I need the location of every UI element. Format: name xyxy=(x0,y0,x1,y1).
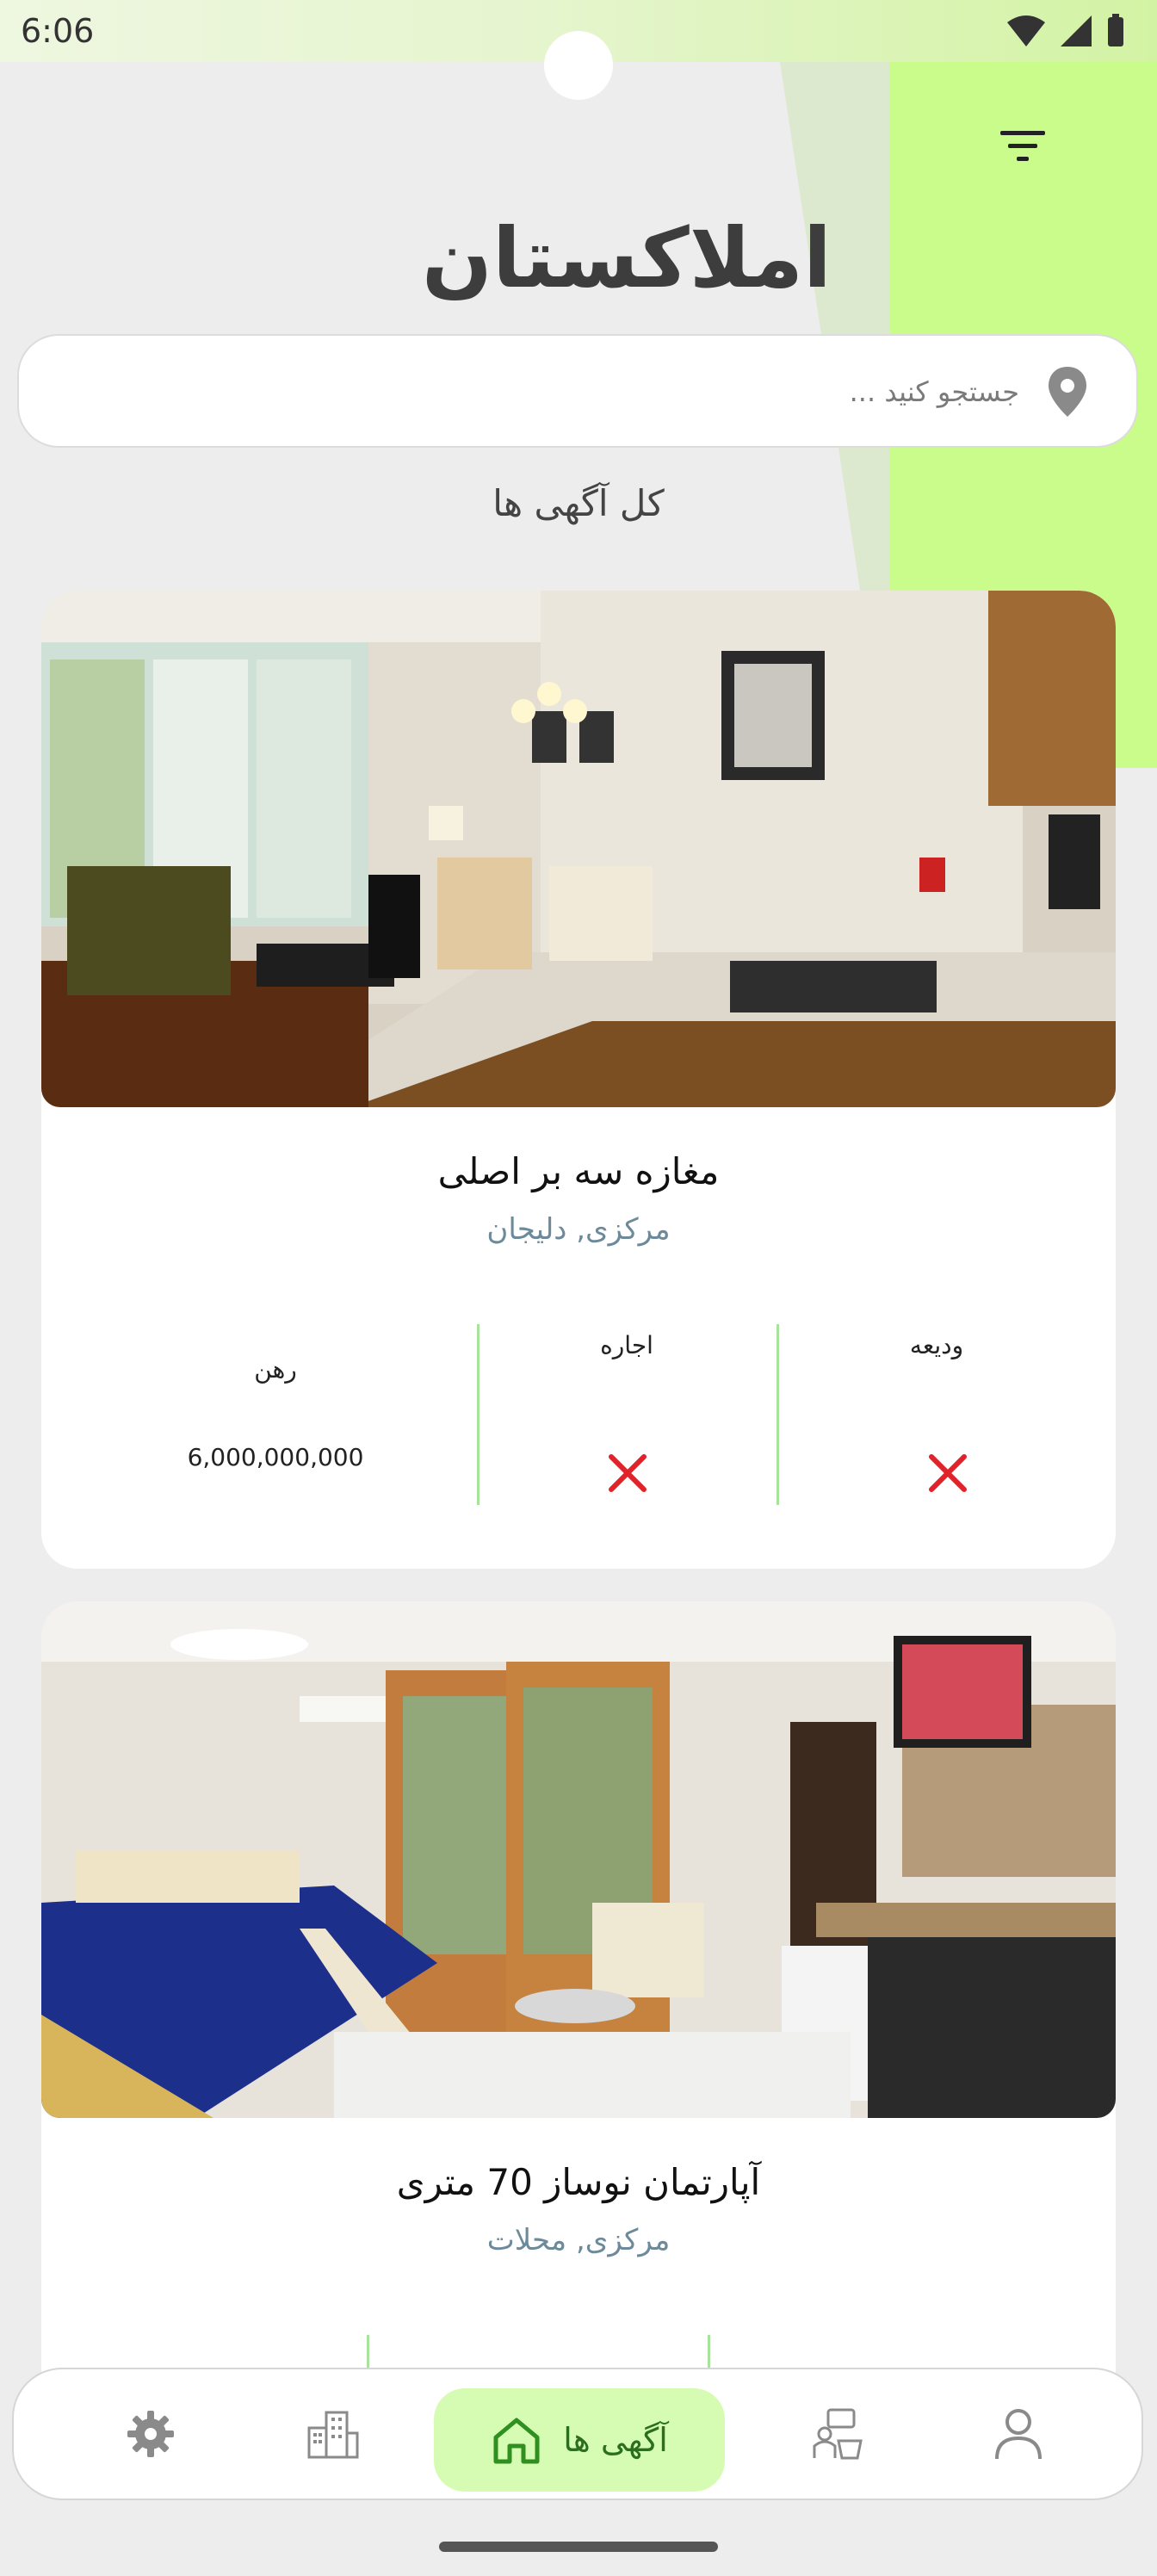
signal-icon xyxy=(1061,15,1092,46)
search-input[interactable] xyxy=(53,360,1021,424)
listing-card[interactable]: آپارتمان نوساز 70 متری مرکزی, محلات xyxy=(41,1601,1116,2462)
mortgage-value: 6,000,000,000 xyxy=(187,1443,364,1471)
battery-icon xyxy=(1108,14,1123,46)
nav-ads-label: آگهی ها xyxy=(563,2421,668,2459)
user-icon xyxy=(995,2409,1042,2460)
filter-icon xyxy=(1000,131,1045,161)
app-logo: املاکستان xyxy=(422,210,833,307)
kitchen-living-photo xyxy=(41,591,1116,1107)
nav-profile[interactable] xyxy=(962,2393,1074,2474)
location-pin-icon[interactable] xyxy=(1043,365,1092,418)
mortgage-label: رهن xyxy=(254,1355,297,1384)
column-divider xyxy=(477,1324,480,1505)
home-indicator[interactable] xyxy=(439,2542,718,2552)
home-icon xyxy=(493,2418,540,2464)
gear-icon xyxy=(127,2411,174,2457)
wifi-icon xyxy=(1007,15,1045,46)
listing-photo[interactable] xyxy=(41,591,1116,1107)
bottom-navigation: آگهی ها xyxy=(14,2369,1142,2499)
section-title: کل آگهی ها xyxy=(492,482,665,524)
listing-photo[interactable] xyxy=(41,1601,1116,2118)
listing-card[interactable]: مغازه سه بر اصلی مرکزی, دلیجان ودیعه اجا… xyxy=(41,591,1116,1569)
camera-cutout xyxy=(544,31,613,100)
column-divider xyxy=(776,1324,779,1505)
nav-buildings[interactable] xyxy=(277,2393,389,2474)
screen: 6:06 املاکستان کل آگهی ها xyxy=(0,0,1157,2576)
consultant-icon xyxy=(813,2408,863,2460)
filter-button[interactable] xyxy=(990,121,1055,172)
listing-title: مغازه سه بر اصلی xyxy=(437,1150,720,1192)
deposit-label: ودیعه xyxy=(909,1331,964,1359)
not-available-icon xyxy=(609,1454,647,1492)
nav-ads[interactable]: آگهی ها xyxy=(434,2388,725,2492)
status-icons xyxy=(1005,14,1126,48)
buildings-icon xyxy=(307,2411,359,2459)
status-time: 6:06 xyxy=(21,12,95,50)
nav-settings[interactable] xyxy=(95,2393,207,2474)
bedroom-studio-photo xyxy=(41,1601,1116,2118)
rent-label: اجاره xyxy=(600,1331,653,1359)
search-bar[interactable] xyxy=(19,336,1136,446)
listing-location: مرکزی, محلات xyxy=(486,2223,671,2257)
listing-title: آپارتمان نوساز 70 متری xyxy=(396,2161,761,2203)
nav-consultants[interactable] xyxy=(782,2393,894,2474)
listing-location: مرکزی, دلیجان xyxy=(486,1212,671,1247)
not-available-icon xyxy=(929,1454,967,1492)
